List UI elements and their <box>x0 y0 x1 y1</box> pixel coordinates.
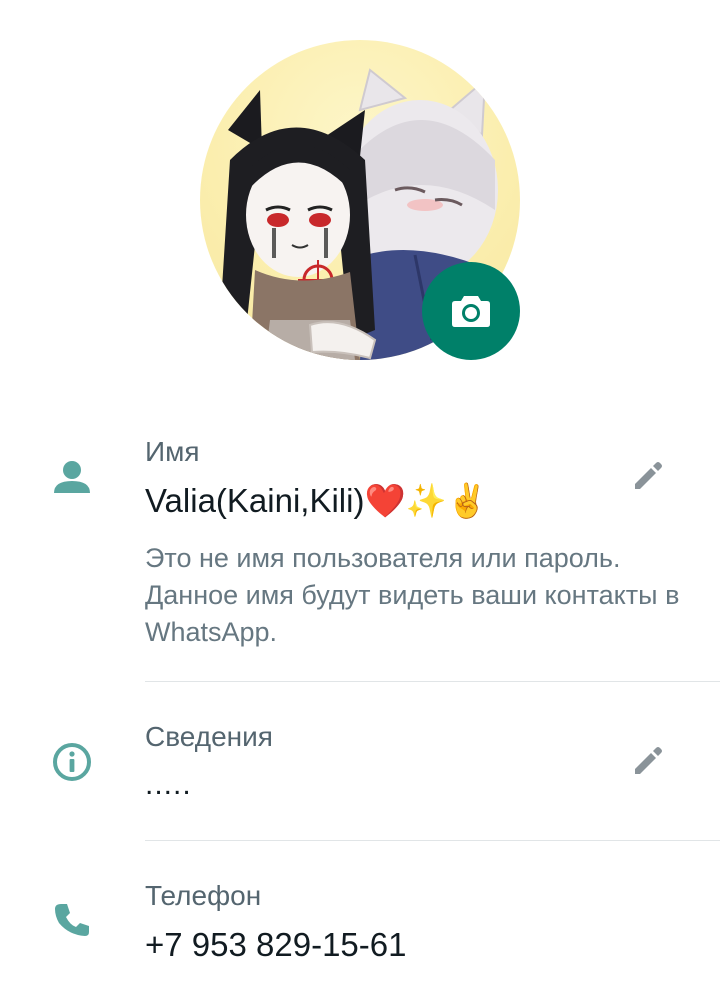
camera-icon <box>452 296 490 327</box>
person-icon <box>50 455 94 499</box>
phone-icon <box>50 898 94 942</box>
info-icon <box>50 740 94 784</box>
name-hint: Это не имя пользователя или пароль. Данн… <box>145 543 680 647</box>
edit-name-button[interactable] <box>626 453 670 497</box>
about-value: ..... <box>145 768 192 801</box>
phone-value: +7 953 829-15-61 <box>145 926 407 963</box>
name-value: Valia(Kaini,Kili)❤️✨✌️ <box>145 482 488 519</box>
change-photo-button[interactable] <box>422 262 520 360</box>
name-label: Имя <box>145 436 200 467</box>
about-label: Сведения <box>145 721 273 752</box>
pencil-icon <box>635 747 662 774</box>
divider <box>145 840 720 841</box>
edit-about-button[interactable] <box>626 738 670 782</box>
divider <box>145 681 720 682</box>
profile-photo-section <box>200 40 520 360</box>
pencil-icon <box>635 462 662 489</box>
phone-label: Телефон <box>145 880 262 911</box>
